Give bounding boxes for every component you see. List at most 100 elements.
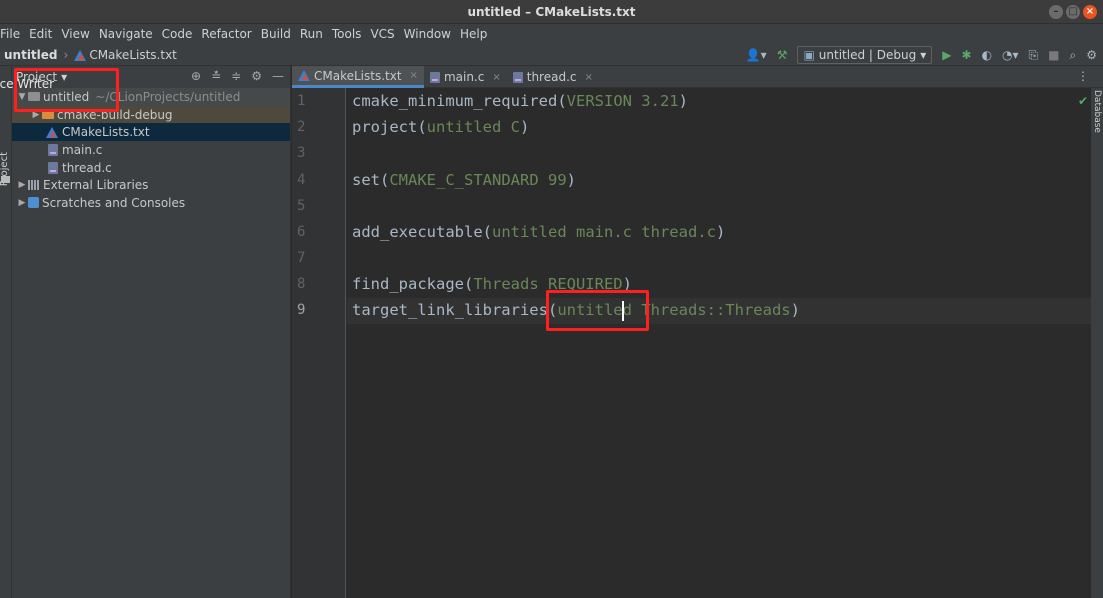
collapse-all-icon[interactable]: ≑ <box>231 69 241 83</box>
code-paren: ( <box>380 171 390 189</box>
line-number-current: 9 <box>297 302 306 318</box>
code-paren: ) <box>678 92 688 110</box>
c-file-icon <box>512 71 523 83</box>
breadcrumb-file[interactable]: CMakeLists.txt <box>74 48 177 62</box>
profile-icon[interactable]: ◔▾ <box>1002 48 1019 62</box>
code-paren: ) <box>520 118 530 136</box>
window-title: untitled – CMakeLists.txt <box>467 5 636 19</box>
left-tool-stripe: Project <box>0 66 12 598</box>
code-function: target_link_libraries <box>352 301 548 319</box>
chevron-right-icon[interactable]: ▶ <box>16 198 28 208</box>
settings-icon[interactable]: ⚙ <box>1086 48 1097 62</box>
gear-icon[interactable]: ⚙ <box>251 69 262 83</box>
menu-run[interactable]: Run <box>300 27 323 41</box>
menu-build[interactable]: Build <box>261 27 291 41</box>
code-paren: ) <box>790 301 800 319</box>
line-number: 8 <box>297 276 306 292</box>
line-number: 1 <box>297 93 306 109</box>
cmake-icon <box>298 70 310 81</box>
more-vertical-icon[interactable]: ⋮ <box>1077 69 1089 83</box>
code-function: add_executable <box>352 223 483 241</box>
cmake-icon <box>74 49 87 61</box>
right-tool-stripe: Database <box>1091 88 1103 598</box>
code-editor[interactable]: 1 2 3 4 5 6 7 8 9 cmake_minimum_required… <box>292 88 1091 598</box>
menu-vcs[interactable]: VCS <box>370 27 394 41</box>
menu-edit[interactable]: Edit <box>29 27 52 41</box>
code-args: untitled main.c thread.c <box>492 223 716 241</box>
project-panel: Project ▾ ⊕ ≛ ≑ ⚙ — ▼ untitled ~/CLionPr… <box>12 66 291 598</box>
code-line: cmake_minimum_required(VERSION 3.21) <box>352 92 688 110</box>
tab-main-c[interactable]: main.c × <box>424 66 507 88</box>
menu-refactor[interactable]: Refactor <box>201 27 251 41</box>
close-icon[interactable]: × <box>492 72 500 83</box>
locate-icon[interactable]: ⊕ <box>191 69 201 83</box>
code-paren: ( <box>557 92 567 110</box>
project-panel-tools: ⊕ ≛ ≑ ⚙ — <box>191 69 284 83</box>
line-number: 3 <box>297 145 306 161</box>
line-number: 7 <box>297 250 306 266</box>
tree-item-label: Scratches and Consoles <box>42 195 186 210</box>
close-button[interactable]: × <box>1083 5 1097 19</box>
menu-file[interactable]: File <box>0 27 20 41</box>
run-icon[interactable]: ▶ <box>942 48 951 62</box>
attach-icon[interactable]: ⎘ <box>1029 48 1039 63</box>
cmake-icon <box>46 126 58 138</box>
menu-code[interactable]: Code <box>162 27 193 41</box>
menu-tools[interactable]: Tools <box>332 27 362 41</box>
maximize-button[interactable]: □ <box>1066 5 1080 19</box>
breadcrumb-separator-icon: › <box>63 48 69 62</box>
tree-item-cmakelists[interactable]: CMakeLists.txt <box>12 123 290 142</box>
code-function: find_package <box>352 275 464 293</box>
run-config-icon: ▣ <box>803 48 815 62</box>
close-icon[interactable]: × <box>584 72 592 83</box>
chevron-down-icon: ▾ <box>920 48 927 62</box>
tab-label: thread.c <box>526 70 577 84</box>
tree-item-external-libraries[interactable]: ▶ External Libraries <box>12 176 290 194</box>
code-line: add_executable(untitled main.c thread.c) <box>352 223 725 241</box>
coverage-icon[interactable]: ◐ <box>982 48 992 62</box>
code-args: CMAKE_C_STANDARD 99 <box>389 171 567 189</box>
title-bar: untitled – CMakeLists.txt – □ × <box>0 0 1103 24</box>
breadcrumb-project[interactable]: untitled <box>4 48 58 62</box>
highlight-box-project <box>14 68 119 112</box>
tab-thread-c[interactable]: thread.c × <box>507 66 599 88</box>
close-icon[interactable]: × <box>410 70 418 81</box>
menu-window[interactable]: Window <box>404 27 451 41</box>
menu-bar: File Edit View Navigate Code Refactor Bu… <box>0 24 1103 44</box>
toolbar: 👤▾ ⚒ ▣ untitled | Debug ▾ ▶ ✱ ◐ ◔▾ ⎘ ■ ⌕… <box>746 46 1097 64</box>
tree-item-label: main.c <box>62 142 103 157</box>
chevron-right-icon[interactable]: ▶ <box>16 180 28 190</box>
hammer-icon[interactable]: ⚒ <box>777 48 788 62</box>
tree-item-thread-c[interactable]: thread.c <box>12 159 290 177</box>
search-icon[interactable]: ⌕ <box>1070 48 1077 63</box>
hide-icon[interactable]: — <box>272 69 284 83</box>
tree-item-label: External Libraries <box>43 178 149 193</box>
database-tool-tab[interactable]: Database <box>1092 90 1102 133</box>
menu-help[interactable]: Help <box>460 27 487 41</box>
stop-icon[interactable]: ■ <box>1048 48 1059 62</box>
expand-all-icon[interactable]: ≛ <box>211 69 221 83</box>
debug-icon[interactable]: ✱ <box>962 48 972 62</box>
tree-item-main-c[interactable]: main.c <box>12 141 290 159</box>
highlight-box-code <box>546 290 649 331</box>
scratches-icon <box>28 197 39 209</box>
folder-icon <box>1 176 10 183</box>
code-paren: ) <box>715 223 726 241</box>
code-paren: ( <box>482 223 492 241</box>
tree-item-scratches[interactable]: ▶ Scratches and Consoles <box>12 194 290 212</box>
c-file-icon <box>48 143 58 156</box>
code-args: VERSION 3.21 <box>566 92 679 110</box>
tab-label: main.c <box>443 70 485 84</box>
code-args: untitled C <box>426 118 520 136</box>
menu-view[interactable]: View <box>61 27 89 41</box>
minimize-button[interactable]: – <box>1049 5 1063 19</box>
menu-navigate[interactable]: Navigate <box>99 27 153 41</box>
breadcrumb-file-label: CMakeLists.txt <box>89 48 177 62</box>
code-paren: ) <box>566 171 576 189</box>
run-config-selector[interactable]: ▣ untitled | Debug ▾ <box>797 46 933 64</box>
line-number: 5 <box>297 198 306 214</box>
user-icon[interactable]: 👤▾ <box>746 48 767 62</box>
tab-cmakelists[interactable]: CMakeLists.txt × <box>292 66 424 88</box>
navigation-bar: untitled › CMakeLists.txt 👤▾ ⚒ ▣ untitle… <box>0 44 1103 66</box>
editor-tabs: CMakeLists.txt × main.c × thread.c × ⋮ <box>292 66 1103 88</box>
